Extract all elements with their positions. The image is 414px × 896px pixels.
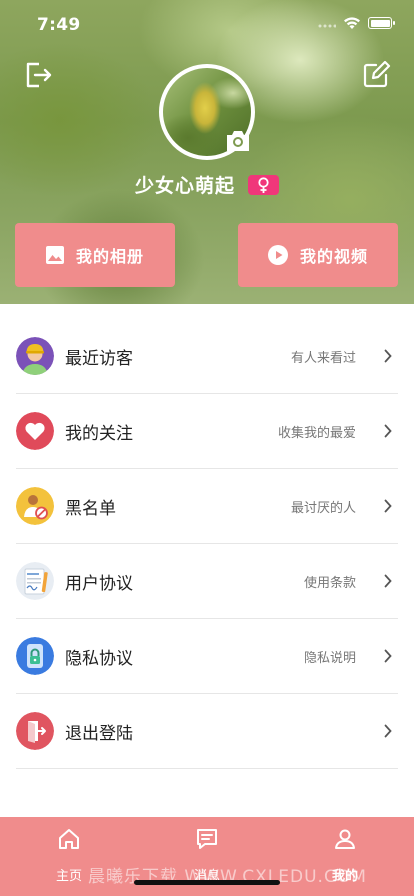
menu-hint: 隐私说明 xyxy=(303,651,356,666)
menu-item-my-follows[interactable]: 我的关注 收集我的最爱 xyxy=(16,394,398,469)
username: 少女心萌起 xyxy=(134,175,235,197)
privacy-lock-icon xyxy=(16,637,54,675)
chevron-right-icon xyxy=(384,574,392,588)
battery-icon xyxy=(368,17,395,29)
menu-label: 隐私协议 xyxy=(65,649,133,669)
image-icon xyxy=(45,246,64,264)
username-row: 少女心萌起 xyxy=(0,171,414,197)
profile-header: 7:49 少女心萌起 我的相册 我的视频 xyxy=(0,0,414,304)
blacklist-icon xyxy=(16,487,54,525)
home-icon xyxy=(59,829,79,849)
status-time: 7:49 xyxy=(37,15,81,35)
wifi-icon xyxy=(344,17,360,29)
agreement-document-icon xyxy=(16,562,54,600)
chevron-right-icon xyxy=(384,724,392,738)
menu-item-privacy-policy[interactable]: 隐私协议 隐私说明 xyxy=(16,619,398,694)
menu-label: 黑名单 xyxy=(65,499,116,519)
menu-item-user-agreement[interactable]: 用户协议 使用条款 xyxy=(16,544,398,619)
menu-hint: 有人来看过 xyxy=(290,351,356,366)
edit-icon[interactable] xyxy=(361,60,391,90)
menu-item-blacklist[interactable]: 黑名单 最讨厌的人 xyxy=(16,469,398,544)
female-symbol-icon xyxy=(258,176,269,193)
my-video-label: 我的视频 xyxy=(299,247,368,266)
menu-label: 最近访客 xyxy=(65,349,133,369)
chevron-right-icon xyxy=(384,424,392,438)
my-album-button[interactable]: 我的相册 xyxy=(15,223,175,287)
play-circle-icon xyxy=(267,245,288,265)
menu-label: 退出登陆 xyxy=(65,724,133,744)
cellular-signal-icon xyxy=(318,24,336,28)
chevron-right-icon xyxy=(384,499,392,513)
heart-icon xyxy=(16,412,54,450)
exit-door-icon xyxy=(16,712,54,750)
my-video-button[interactable]: 我的视频 xyxy=(238,223,398,287)
message-icon xyxy=(197,829,217,849)
user-icon xyxy=(335,829,355,849)
gender-badge xyxy=(248,174,280,195)
menu-item-recent-visitors[interactable]: 最近访客 有人来看过 xyxy=(16,319,398,394)
profile-menu: 最近访客 有人来看过 我的关注 收集我的最爱 黑名单 最讨厌的人 用户协议 使用… xyxy=(0,319,414,769)
home-indicator xyxy=(134,880,280,885)
menu-hint: 最讨厌的人 xyxy=(290,501,356,516)
my-album-label: 我的相册 xyxy=(75,247,144,266)
menu-item-logout[interactable]: 退出登陆 xyxy=(16,694,398,769)
menu-label: 我的关注 xyxy=(65,424,133,444)
logout-icon[interactable] xyxy=(23,60,53,90)
camera-icon[interactable] xyxy=(224,129,252,153)
visitor-avatar-icon xyxy=(16,337,54,375)
menu-hint: 收集我的最爱 xyxy=(277,426,356,441)
menu-label: 用户协议 xyxy=(65,574,133,594)
chevron-right-icon xyxy=(384,649,392,663)
menu-hint: 使用条款 xyxy=(303,576,356,591)
status-bar: 7:49 xyxy=(0,0,414,46)
chevron-right-icon xyxy=(384,349,392,363)
